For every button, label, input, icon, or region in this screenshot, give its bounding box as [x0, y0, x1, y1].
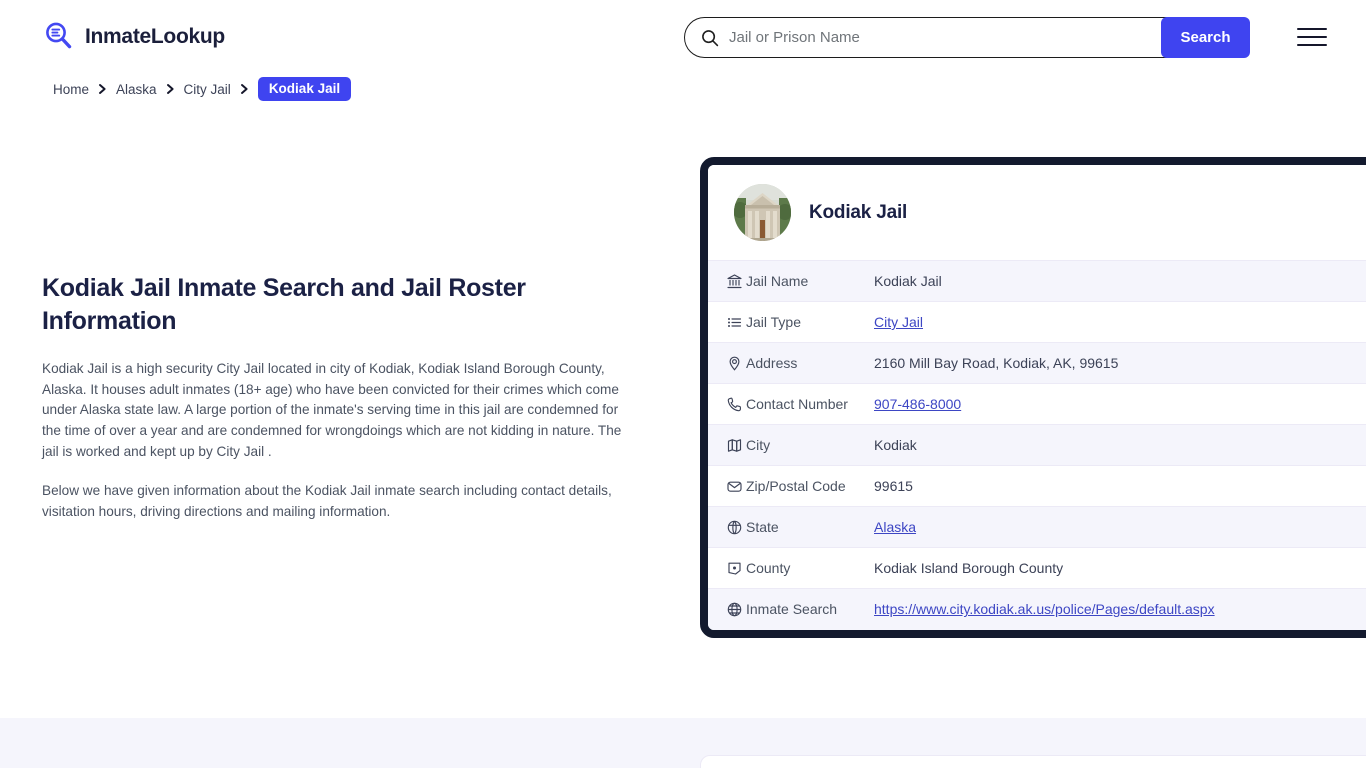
row-label: Inmate Search	[746, 589, 874, 630]
contact-number-link[interactable]: 907-486-8000	[874, 396, 961, 412]
breadcrumb-item-city-jail[interactable]: City Jail	[184, 82, 231, 97]
search-group: Search	[684, 17, 1250, 58]
menu-bar-3	[1297, 44, 1327, 46]
search-box[interactable]	[684, 17, 1167, 58]
phone-icon	[708, 384, 746, 425]
search-button[interactable]: Search	[1161, 17, 1250, 58]
main-content: Kodiak Jail Inmate Search and Jail Roste…	[42, 272, 642, 542]
chevron-right-icon	[166, 83, 175, 95]
courthouse-building-photo	[734, 184, 791, 241]
row-value: Kodiak Island Borough County	[874, 548, 1366, 589]
row-label: Contact Number	[746, 384, 874, 425]
row-label: Address	[746, 343, 874, 384]
magnifier-list-icon	[42, 19, 76, 53]
logo-text: InmateLookup	[85, 26, 225, 47]
row-label: Zip/Postal Code	[746, 466, 874, 507]
location-pin-icon	[708, 343, 746, 384]
jail-info-card: Kodiak Jail Jail Name Kodiak Jail	[700, 157, 1366, 638]
table-row: State Alaska	[708, 507, 1366, 548]
row-value: 99615	[874, 466, 1366, 507]
chevron-right-icon	[98, 83, 107, 95]
row-value: https://www.city.kodiak.ak.us/police/Pag…	[874, 589, 1366, 630]
row-value: City Jail	[874, 302, 1366, 343]
row-label: County	[746, 548, 874, 589]
menu-bar-1	[1297, 28, 1327, 30]
breadcrumb: Home Alaska City Jail Kodiak Jail	[53, 77, 351, 101]
breadcrumb-item-home[interactable]: Home	[53, 82, 89, 97]
county-map-icon	[708, 548, 746, 589]
list-icon	[708, 302, 746, 343]
inmate-search-link[interactable]: https://www.city.kodiak.ak.us/police/Pag…	[874, 601, 1215, 617]
table-row: Zip/Postal Code 99615	[708, 466, 1366, 507]
row-label: Jail Type	[746, 302, 874, 343]
description-paragraph-2: Below we have given information about th…	[42, 481, 634, 522]
page-title: Kodiak Jail Inmate Search and Jail Roste…	[42, 272, 642, 337]
breadcrumb-current-page: Kodiak Jail	[258, 77, 351, 101]
table-row: Inmate Search https://www.city.kodiak.ak…	[708, 589, 1366, 630]
state-link[interactable]: Alaska	[874, 519, 916, 535]
globe-state-icon	[708, 507, 746, 548]
card-header: Kodiak Jail	[708, 165, 1366, 260]
next-section-card	[700, 755, 1366, 768]
search-icon	[701, 29, 719, 47]
row-label: City	[746, 425, 874, 466]
table-row: Jail Type City Jail	[708, 302, 1366, 343]
table-row: City Kodiak	[708, 425, 1366, 466]
bank-building-icon	[708, 261, 746, 302]
site-header: InmateLookup Search	[0, 0, 1366, 74]
row-label: Jail Name	[746, 261, 874, 302]
table-row: County Kodiak Island Borough County	[708, 548, 1366, 589]
table-row: Address 2160 Mill Bay Road, Kodiak, AK, …	[708, 343, 1366, 384]
description-paragraph-1: Kodiak Jail is a high security City Jail…	[42, 359, 634, 462]
chevron-right-icon	[240, 83, 249, 95]
menu-bar-2	[1297, 36, 1327, 38]
site-logo[interactable]: InmateLookup	[42, 19, 225, 53]
row-value: Kodiak	[874, 425, 1366, 466]
envelope-icon	[708, 466, 746, 507]
table-row: Contact Number 907-486-8000	[708, 384, 1366, 425]
map-icon	[708, 425, 746, 466]
search-input[interactable]	[729, 29, 1157, 46]
breadcrumb-item-alaska[interactable]: Alaska	[116, 82, 157, 97]
jail-info-table: Jail Name Kodiak Jail Jail Type	[708, 260, 1366, 630]
card-title: Kodiak Jail	[809, 202, 907, 224]
row-value: Kodiak Jail	[874, 261, 1366, 302]
globe-icon	[708, 589, 746, 630]
row-value: Alaska	[874, 507, 1366, 548]
row-label: State	[746, 507, 874, 548]
jail-type-link[interactable]: City Jail	[874, 314, 923, 330]
hamburger-menu-icon[interactable]	[1297, 25, 1327, 49]
row-value: 2160 Mill Bay Road, Kodiak, AK, 99615	[874, 343, 1366, 384]
table-row: Jail Name Kodiak Jail	[708, 261, 1366, 302]
row-value: 907-486-8000	[874, 384, 1366, 425]
